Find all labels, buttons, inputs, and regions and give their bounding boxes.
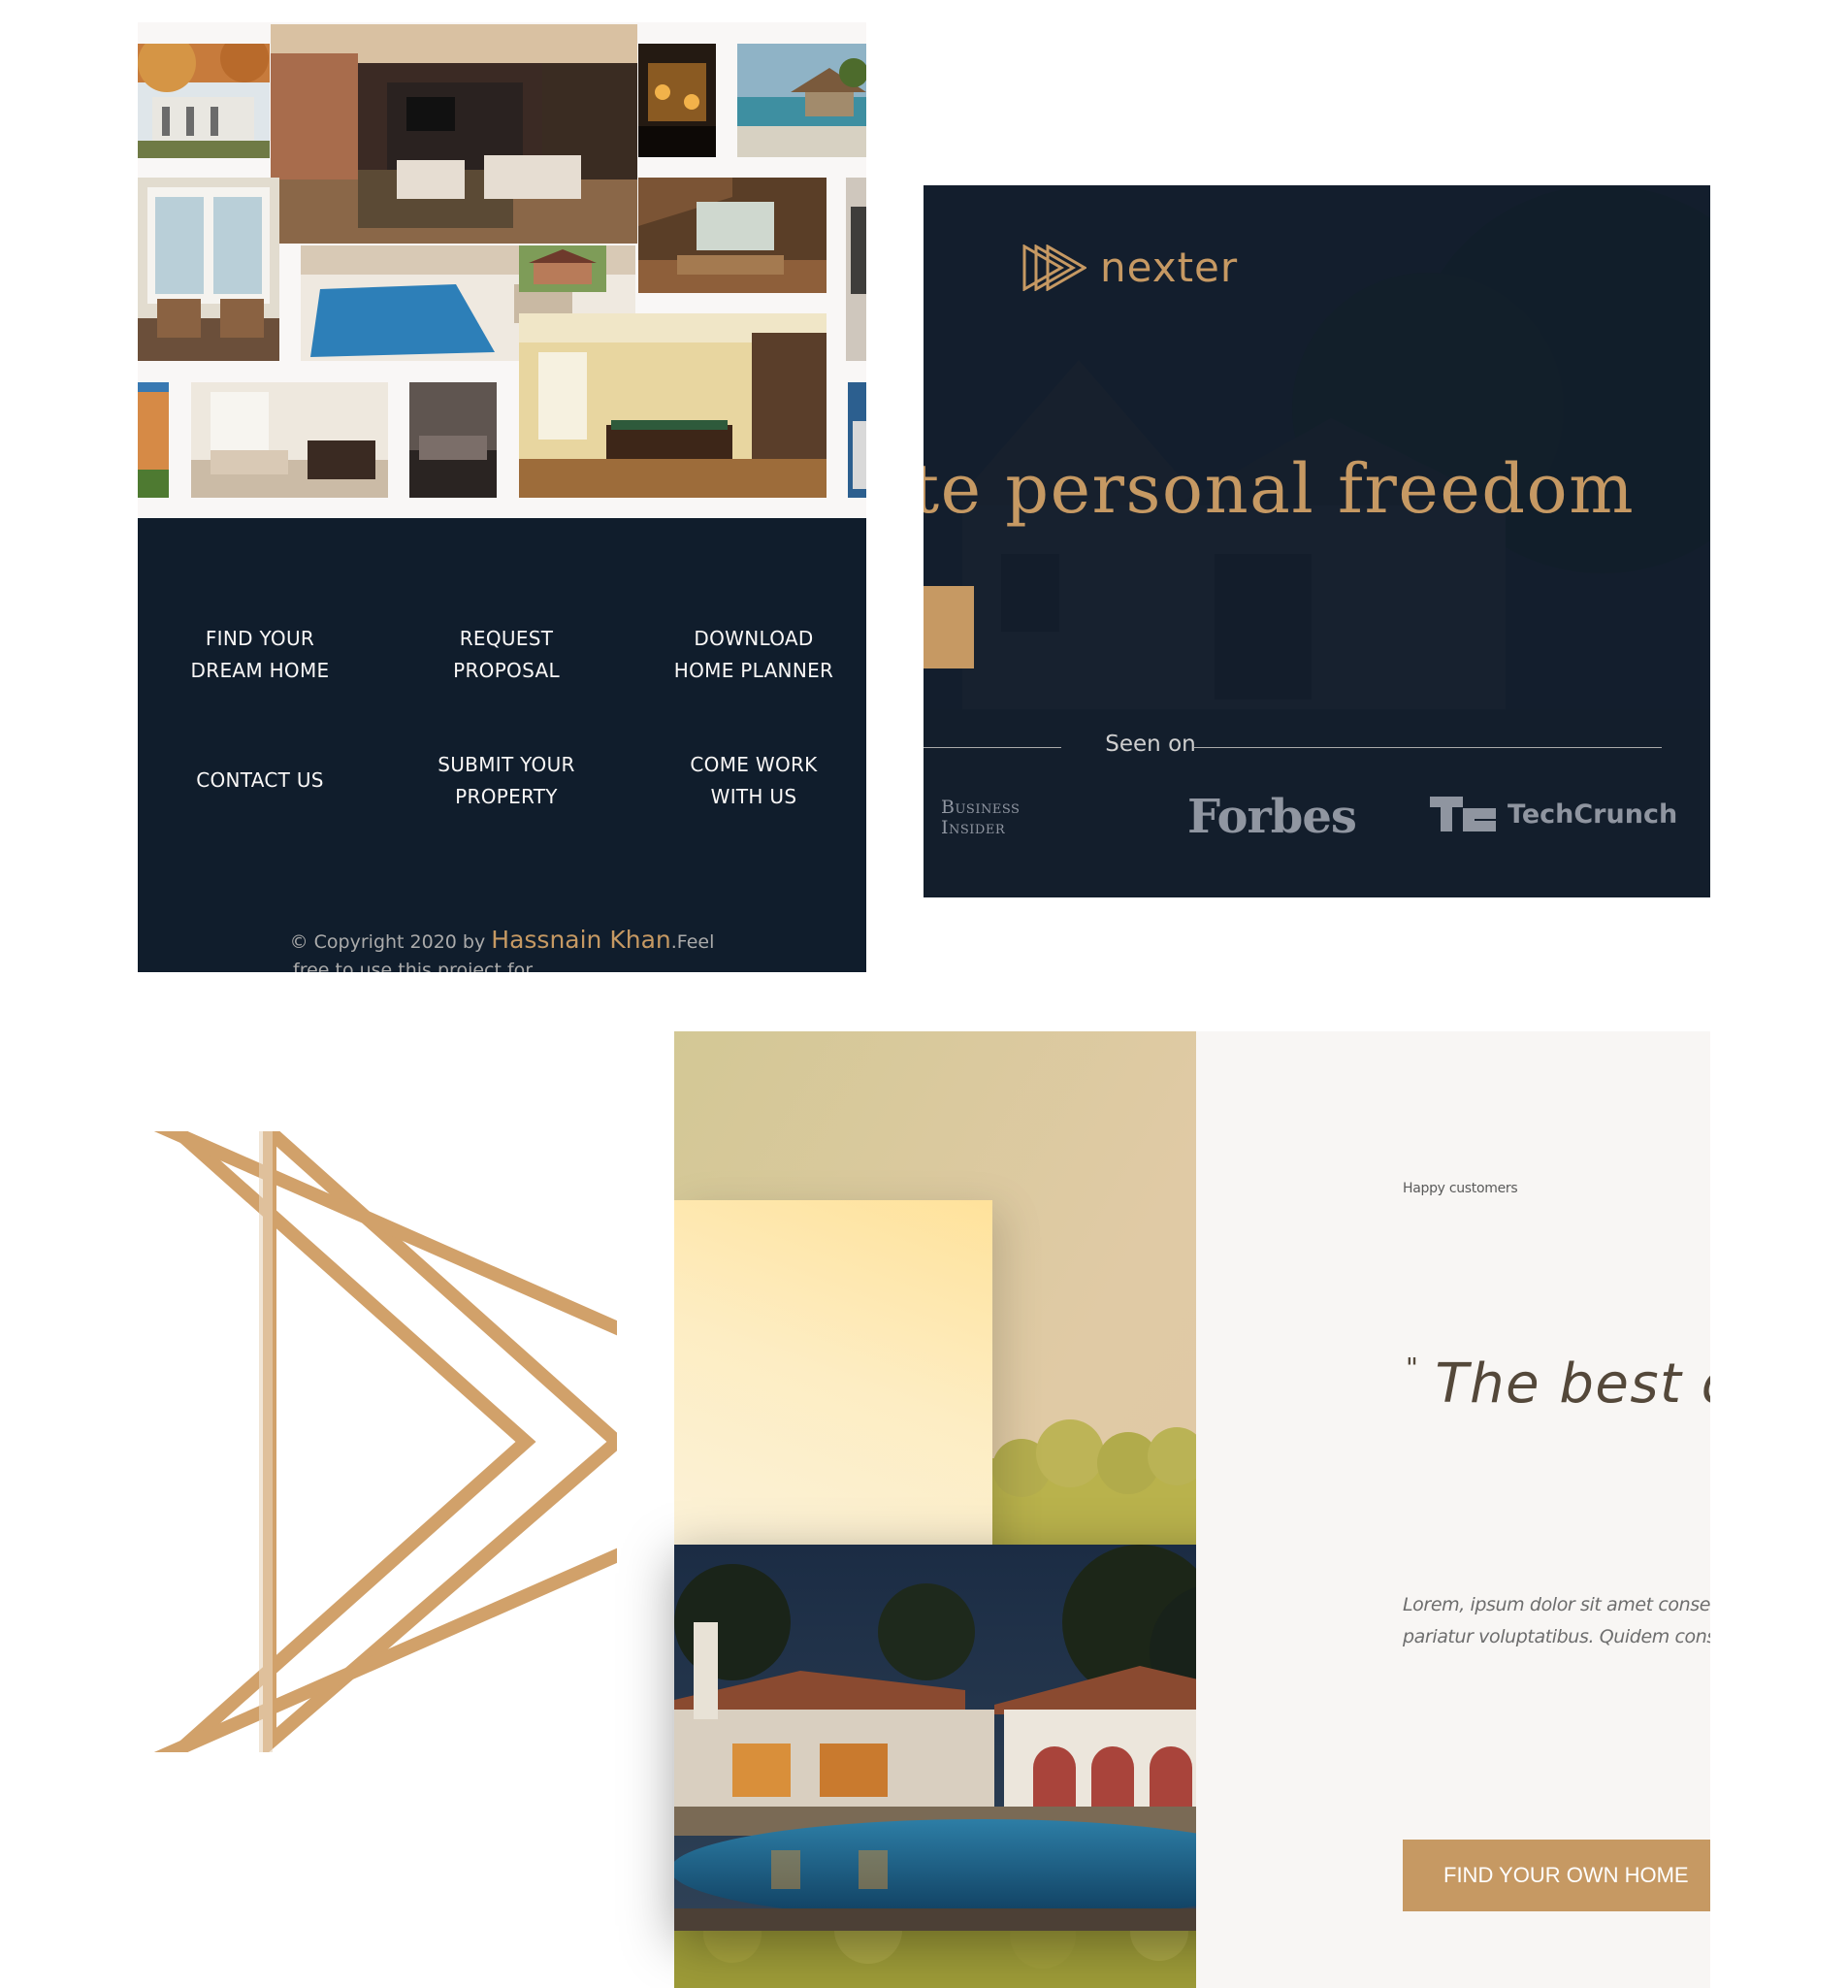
gallery-photo-great-room xyxy=(638,178,827,293)
footer-link-download-planner[interactable]: DOWNLOAD HOME PLANNER xyxy=(647,623,860,687)
copyright-author-link[interactable]: Hassnain Khan xyxy=(491,926,670,954)
testimonial-quote: " The best de xyxy=(1406,1352,1710,1416)
nexter-logo[interactable]: nexter xyxy=(1022,244,1238,291)
gallery-photo-mansion xyxy=(138,44,270,158)
copyright-prefix: © Copyright 2020 by xyxy=(289,931,492,953)
gallery-photo-facade xyxy=(138,382,169,498)
business-insider-line-1: Business xyxy=(941,797,1021,818)
gallery-photo-window-room xyxy=(138,178,279,361)
gallery-photo-edge xyxy=(846,178,866,361)
techcrunch-logo: TechCrunch xyxy=(1430,797,1677,831)
footer-link-request-proposal[interactable]: REQUEST PROPOSAL xyxy=(400,623,613,687)
hero-headline: te personal freedom xyxy=(924,449,1636,529)
footer-link-contact-us[interactable]: CONTACT US xyxy=(153,765,367,797)
logo-text: nexter xyxy=(1100,244,1239,291)
nexter-mark-icon xyxy=(153,1131,617,1752)
hero-cta-button[interactable]: s xyxy=(924,586,974,668)
gallery-photo-living-room xyxy=(271,24,637,244)
techcrunch-logo-icon xyxy=(1430,797,1496,831)
business-insider-logo: Business Insider xyxy=(941,798,1020,838)
gallery-photo-lounge xyxy=(409,382,497,498)
footer: FIND YOUR DREAM HOME REQUEST PROPOSAL DO… xyxy=(138,518,866,972)
quote-mark-icon: " xyxy=(1406,1352,1420,1384)
seen-on-label: Seen on xyxy=(1105,732,1196,757)
gallery-and-footer-panel: FIND YOUR DREAM HOME REQUEST PROPOSAL DO… xyxy=(138,22,866,972)
footer-link-find-dream-home[interactable]: FIND YOUR DREAM HOME xyxy=(153,623,367,687)
footer-link-submit-property[interactable]: SUBMIT YOUR PROPERTY xyxy=(400,749,613,813)
gallery-photo-house-small xyxy=(519,245,606,292)
gallery-photo-beach xyxy=(737,44,866,157)
gallery-photo-billiard-room xyxy=(519,313,827,498)
testimonial-body-line-1: Lorem, ipsum dolor sit amet consec xyxy=(1403,1594,1710,1615)
footer-link-work-with-us[interactable]: COME WORK WITH US xyxy=(647,749,860,813)
seen-on-divider-right xyxy=(1194,747,1662,748)
testimonial-quote-text: The best de xyxy=(1435,1352,1710,1416)
seen-on-divider-left xyxy=(924,747,1061,748)
testimonial-eyebrow: Happy customers xyxy=(1403,1181,1518,1196)
forbes-logo: Forbes xyxy=(1187,790,1357,844)
copyright-suffix: .Feel xyxy=(670,931,715,953)
nexter-header-panel: nexter te personal freedom s Seen on Bus… xyxy=(924,185,1710,897)
techcrunch-wordmark: TechCrunch xyxy=(1508,798,1678,830)
testimonial-panel: Happy customers " The best de Lorem, ipsu… xyxy=(1196,1031,1710,1988)
testimonial-body-line-2: pariatur voluptatibus. Quidem cons xyxy=(1403,1626,1710,1647)
find-your-own-home-button[interactable]: FIND YOUR OWN HOME xyxy=(1403,1840,1710,1911)
copyright: © Copyright 2020 by Hassnain Khan.Feel xyxy=(138,926,866,954)
gallery-photo-bar xyxy=(638,44,716,157)
nexter-mark-panel xyxy=(138,1131,617,1752)
gallery-photo-dining xyxy=(191,382,388,498)
background-trees-bottom xyxy=(674,1924,1196,1988)
nexter-logo-icon xyxy=(1022,244,1086,291)
business-insider-line-2: Insider xyxy=(941,817,1006,838)
copyright-line-2: free to use this project for xyxy=(293,960,534,972)
gallery-photo-edge-2 xyxy=(848,382,866,498)
